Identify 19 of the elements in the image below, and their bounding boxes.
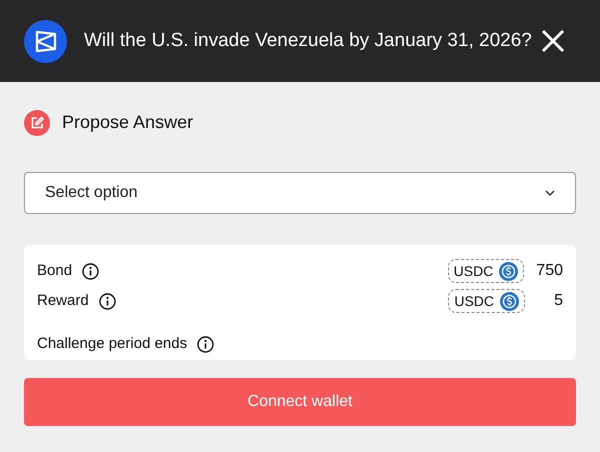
close-icon[interactable] [540, 28, 566, 54]
chevron-down-icon [545, 190, 555, 196]
amount-value: 5 [553, 291, 563, 311]
info-icon[interactable] [197, 336, 214, 352]
dialog-title: Will the U.S. invade Venezuela by January 31, 2026? [84, 28, 533, 53]
option-select[interactable]: Select option [24, 172, 576, 214]
edit-icon [24, 110, 50, 136]
token-badge: USDC [448, 289, 525, 313]
detail-label: Challenge period ends [37, 334, 188, 354]
amount-value: 750 [536, 261, 563, 281]
info-icon[interactable] [98, 292, 116, 310]
detail-label: Bond [37, 260, 72, 281]
coin-icon [499, 262, 518, 280]
detail-label: Reward [37, 290, 89, 311]
section-title: Propose Answer [62, 111, 194, 134]
coin-icon [500, 292, 519, 310]
token-badge: USDC [448, 259, 524, 283]
logo-icon [24, 20, 67, 62]
info-icon[interactable] [82, 262, 100, 280]
